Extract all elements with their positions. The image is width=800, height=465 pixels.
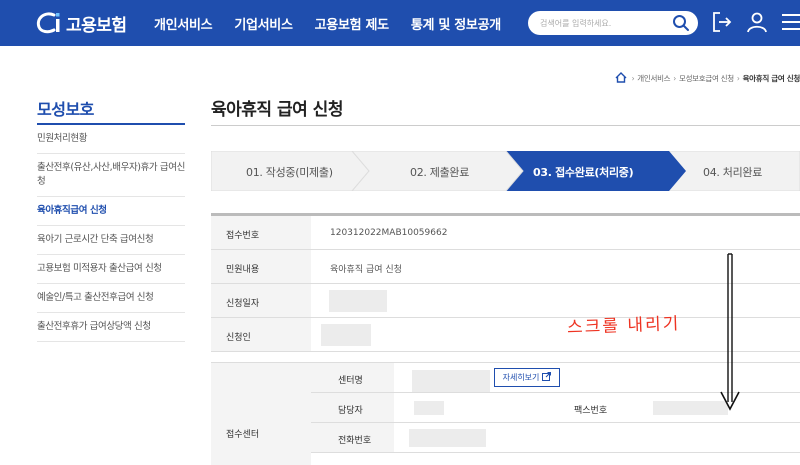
menu-icon[interactable] xyxy=(780,11,800,37)
sidebar-item-parental-leave[interactable]: 육아휴직급여 신청 xyxy=(37,197,185,226)
application-info-table: 접수번호 120312022MAB10059662 민원내용 육아휴직 급여 신… xyxy=(211,213,800,465)
down-arrow-icon xyxy=(718,252,744,416)
nav-insurance-system[interactable]: 고용보험 제도 xyxy=(315,14,389,33)
detail-view-label: 자세히보기 xyxy=(502,373,540,382)
logo-mark-icon xyxy=(34,9,64,37)
redacted-applicant xyxy=(321,324,371,346)
user-icon[interactable] xyxy=(746,11,768,37)
sidebar-item-artist-birth[interactable]: 예술인/특고 출산전후급여 신청 xyxy=(37,284,185,313)
sidebar-item-equivalent-pay[interactable]: 출산전후휴가 급여상당액 신청 xyxy=(37,313,185,342)
row-label-date: 신청일자 xyxy=(211,284,311,317)
sidebar-item-status[interactable]: 민원처리현황 xyxy=(37,125,185,154)
redacted-manager xyxy=(414,401,444,415)
external-link-icon xyxy=(542,372,552,383)
progress-steps: 01. 작성중(미제출) 02. 제출완료 03. 접수완료(처리중) 04. … xyxy=(211,151,800,191)
step-1: 01. 작성중(미제출) xyxy=(246,166,333,179)
sidebar-title: 모성보호 xyxy=(37,100,94,119)
redacted-center-name xyxy=(412,370,490,392)
row-label-applicant: 신청인 xyxy=(211,318,311,351)
center-name-label: 센터명 xyxy=(311,363,394,392)
table-row: 민원내용 육아휴직 급여 신청 xyxy=(211,250,800,284)
page-title: 육아휴직 급여 신청 xyxy=(211,100,343,120)
top-header: 고용보험 개인서비스 기업서비스 고용보험 제도 통계 및 정보공개 xyxy=(0,0,800,46)
logo-text: 고용보험 xyxy=(66,15,127,36)
breadcrumb-current: 육아휴직 급여 신청 xyxy=(742,74,800,83)
fax-label: 팩스번호 xyxy=(574,406,608,416)
sidebar-item-uninsured-birth[interactable]: 고용보험 미적용자 출산급여 신청 xyxy=(37,255,185,284)
home-icon[interactable] xyxy=(615,72,627,85)
scroll-down-annotation: 스크롤 내리기 xyxy=(566,314,681,338)
breadcrumb-item[interactable]: 개인서비스 xyxy=(637,73,670,84)
nav-business-service[interactable]: 기업서비스 xyxy=(234,14,293,33)
chevron-right-icon: › xyxy=(736,74,740,83)
table-row: 접수번호 120312022MAB10059662 xyxy=(211,216,800,250)
manager-label: 담당자 xyxy=(311,393,394,422)
sidebar-menu: 민원처리현황 출산전후(유산,사산,배우자)휴가 급여신청 육아휴직급여 신청 … xyxy=(37,125,185,342)
redacted-phone xyxy=(409,429,486,447)
title-divider xyxy=(211,125,800,126)
nav-statistics[interactable]: 통계 및 정보공개 xyxy=(411,14,501,33)
chevron-right-icon: › xyxy=(631,74,635,83)
redacted-date xyxy=(329,290,387,312)
receipt-number-value: 120312022MAB10059662 xyxy=(330,228,448,238)
chevron-right-icon: › xyxy=(673,74,676,83)
center-info-block: 접수센터 센터명 자세히보기 담당자 팩스번호 전화번호 xyxy=(211,363,800,465)
redacted-fax xyxy=(653,401,728,415)
sidebar-item-maternity-leave[interactable]: 출산전후(유산,사산,배우자)휴가 급여신청 xyxy=(37,154,185,197)
step-4: 04. 처리완료 xyxy=(703,166,763,179)
step-3-active: 03. 접수완료(처리중) xyxy=(533,166,634,179)
breadcrumb-item[interactable]: 모성보호급여 신청 xyxy=(679,73,734,84)
detail-view-button[interactable]: 자세히보기 xyxy=(494,368,560,387)
global-nav: 개인서비스 기업서비스 고용보험 제도 통계 및 정보공개 xyxy=(154,14,523,33)
table-row: 신청일자 xyxy=(211,284,800,318)
search-icon[interactable] xyxy=(672,14,690,36)
table-row: 신청인 xyxy=(211,318,800,352)
search-input[interactable] xyxy=(540,15,670,31)
step-2: 02. 제출완료 xyxy=(410,166,470,179)
breadcrumb: › 개인서비스 › 모성보호급여 신청 › 육아휴직 급여 신청 xyxy=(615,72,800,85)
sidebar-item-reduced-hours[interactable]: 육아기 근로시간 단축 급여신청 xyxy=(37,226,185,255)
table-spacer xyxy=(211,352,800,363)
row-label-receipt-no: 접수번호 xyxy=(211,216,311,249)
site-logo[interactable]: 고용보험 xyxy=(34,8,127,38)
row-label-center: 접수센터 xyxy=(211,363,311,465)
content-value: 육아휴직 급여 신청 xyxy=(330,265,402,275)
search-box xyxy=(528,11,698,35)
phone-label: 전화번호 xyxy=(311,423,394,452)
logout-icon[interactable] xyxy=(711,11,733,37)
table-row: 전화번호 xyxy=(311,423,800,453)
row-label-content: 민원내용 xyxy=(211,250,311,283)
nav-personal-service[interactable]: 개인서비스 xyxy=(154,14,213,33)
